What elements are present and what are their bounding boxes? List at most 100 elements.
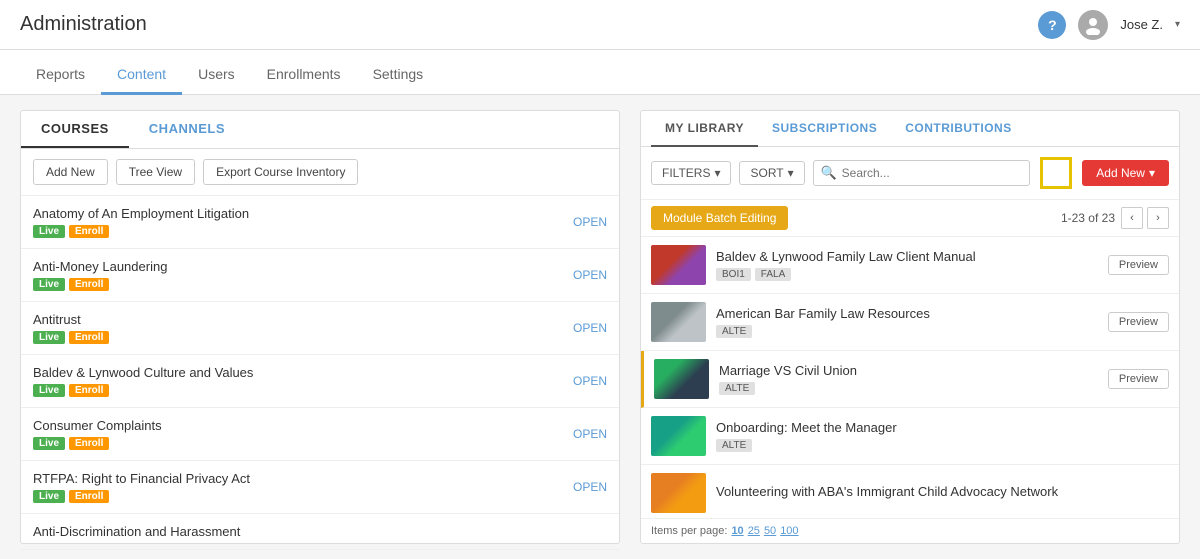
library-item: Baldev & Lynwood Family Law Client Manua… bbox=[641, 237, 1179, 294]
left-panel: COURSES CHANNELS Add New Tree View Expor… bbox=[20, 110, 620, 544]
ipp-100[interactable]: 100 bbox=[780, 525, 798, 537]
tab-content[interactable]: Content bbox=[101, 56, 182, 95]
tree-view-button[interactable]: Tree View bbox=[116, 159, 195, 185]
course-item: Anti-Money LaunderingLiveEnrollOPEN bbox=[21, 249, 619, 302]
next-page-button[interactable]: › bbox=[1147, 207, 1169, 229]
badge-live: Live bbox=[33, 331, 65, 344]
tab-contributions[interactable]: CONTRIBUTIONS bbox=[891, 111, 1026, 147]
ipp-50[interactable]: 50 bbox=[764, 525, 776, 537]
sort-chevron-icon: ▾ bbox=[788, 166, 794, 180]
export-course-inventory-button[interactable]: Export Course Inventory bbox=[203, 159, 358, 185]
preview-button[interactable]: Preview bbox=[1108, 312, 1169, 332]
lib-tag: ALTE bbox=[716, 439, 752, 452]
search-input[interactable] bbox=[813, 160, 1031, 186]
badge-live: Live bbox=[33, 490, 65, 503]
tab-my-library[interactable]: MY LIBRARY bbox=[651, 111, 758, 147]
course-item: RTFPA: Right to Financial Privacy Act Liv… bbox=[21, 461, 619, 514]
ipp-10[interactable]: 10 bbox=[731, 525, 743, 537]
library-item: Marriage VS Civil Union ALTE Preview bbox=[641, 351, 1179, 408]
badge-enroll: Enroll bbox=[69, 490, 109, 503]
main-content: COURSES CHANNELS Add New Tree View Expor… bbox=[0, 95, 1200, 559]
course-title[interactable]: Anti-Discrimination and Harassment bbox=[33, 524, 240, 539]
help-icon[interactable]: ? bbox=[1038, 11, 1066, 39]
filters-label: FILTERS bbox=[662, 166, 710, 180]
top-header: Administration ? Jose Z. ▾ bbox=[0, 0, 1200, 50]
course-title[interactable]: RTFPA: Right to Financial Privacy Act bbox=[33, 471, 250, 486]
right-toolbar: FILTERS ▾ SORT ▾ 🔍 Add New ▾ bbox=[641, 147, 1179, 200]
lib-thumbnail bbox=[654, 359, 709, 399]
lib-title[interactable]: Baldev & Lynwood Family Law Client Manua… bbox=[716, 249, 1098, 264]
tab-enrollments[interactable]: Enrollments bbox=[251, 56, 357, 95]
course-title[interactable]: Anti-Money Laundering bbox=[33, 259, 167, 274]
course-title[interactable]: Anatomy of An Employment Litigation bbox=[33, 206, 249, 221]
filters-button[interactable]: FILTERS ▾ bbox=[651, 161, 731, 185]
lib-tag: ALTE bbox=[719, 382, 755, 395]
add-new-button[interactable]: Add New ▾ bbox=[1082, 160, 1169, 186]
course-title[interactable]: Consumer Complaints bbox=[33, 418, 162, 433]
right-panel: MY LIBRARY SUBSCRIPTIONS CONTRIBUTIONS F… bbox=[640, 110, 1180, 544]
header-right: ? Jose Z. ▾ bbox=[1038, 10, 1180, 40]
user-name: Jose Z. bbox=[1120, 17, 1163, 32]
pagination-arrows: ‹ › bbox=[1121, 207, 1169, 229]
tab-channels[interactable]: CHANNELS bbox=[129, 111, 245, 148]
course-title[interactable]: Antitrust bbox=[33, 312, 109, 327]
badge-enroll: Enroll bbox=[69, 437, 109, 450]
course-item: Baldev & Lynwood Culture and ValuesLiveE… bbox=[21, 355, 619, 408]
search-icon: 🔍 bbox=[821, 165, 837, 181]
lib-thumbnail bbox=[651, 416, 706, 456]
module-batch-editing-button[interactable]: Module Batch Editing bbox=[651, 206, 788, 230]
open-link[interactable]: OPEN bbox=[573, 268, 607, 282]
left-toolbar: Add New Tree View Export Course Inventor… bbox=[21, 149, 619, 196]
library-item: American Bar Family Law Resources ALTE Pre… bbox=[641, 294, 1179, 351]
preview-button[interactable]: Preview bbox=[1108, 255, 1169, 275]
add-new-course-button[interactable]: Add New bbox=[33, 159, 108, 185]
open-link[interactable]: OPEN bbox=[573, 480, 607, 494]
filters-chevron-icon: ▾ bbox=[714, 166, 720, 180]
tab-reports[interactable]: Reports bbox=[20, 56, 101, 95]
course-item: Antitrust Live Enroll OPEN bbox=[21, 302, 619, 355]
sort-button[interactable]: SORT ▾ bbox=[739, 161, 804, 185]
page-title: Administration bbox=[20, 13, 147, 36]
tab-subscriptions[interactable]: SUBSCRIPTIONS bbox=[758, 111, 891, 147]
tab-settings[interactable]: Settings bbox=[357, 56, 440, 95]
lib-tag: ALTE bbox=[716, 325, 752, 338]
course-list: Anatomy of An Employment Litigation Live E… bbox=[21, 196, 619, 550]
badge-live: Live bbox=[33, 278, 65, 291]
right-action-bar: Module Batch Editing 1-23 of 23 ‹ › bbox=[641, 200, 1179, 237]
pagination-info: 1-23 of 23 bbox=[1061, 211, 1115, 225]
lib-title[interactable]: Marriage VS Civil Union bbox=[719, 363, 1098, 378]
ipp-25[interactable]: 25 bbox=[748, 525, 760, 537]
add-new-label: Add New bbox=[1096, 166, 1145, 180]
lib-title[interactable]: American Bar Family Law Resources bbox=[716, 306, 1098, 321]
add-new-chevron-icon: ▾ bbox=[1149, 166, 1155, 180]
lib-tag: FALA bbox=[755, 268, 791, 281]
items-per-page-label: Items per page: bbox=[651, 525, 727, 537]
open-link[interactable]: OPEN bbox=[573, 374, 607, 388]
course-title[interactable]: Baldev & Lynwood Culture and Values bbox=[33, 365, 253, 380]
avatar bbox=[1078, 10, 1108, 40]
badge-enroll: Enroll bbox=[69, 331, 109, 344]
badge-live: Live bbox=[33, 437, 65, 450]
open-link[interactable]: OPEN bbox=[573, 321, 607, 335]
open-link[interactable]: OPEN bbox=[573, 427, 607, 441]
course-item: Anti-Discrimination and Harassment bbox=[21, 514, 619, 550]
badge-enroll: Enroll bbox=[69, 225, 109, 238]
library-item: Volunteering with ABA's Immigrant Child … bbox=[641, 465, 1179, 518]
lib-thumbnail bbox=[651, 302, 706, 342]
prev-page-button[interactable]: ‹ bbox=[1121, 207, 1143, 229]
badge-live: Live bbox=[33, 225, 65, 238]
lib-title[interactable]: Volunteering with ABA's Immigrant Child … bbox=[716, 484, 1169, 499]
left-tabs: COURSES CHANNELS bbox=[21, 111, 619, 149]
nav-bar: Reports Content Users Enrollments Settin… bbox=[0, 50, 1200, 95]
open-link[interactable]: OPEN bbox=[573, 215, 607, 229]
preview-button[interactable]: Preview bbox=[1108, 369, 1169, 389]
course-item: Anatomy of An Employment Litigation Live E… bbox=[21, 196, 619, 249]
tab-users[interactable]: Users bbox=[182, 56, 251, 95]
tab-courses[interactable]: COURSES bbox=[21, 111, 129, 148]
items-per-page-bar: Items per page: 10 25 50 100 bbox=[641, 518, 1179, 543]
badge-enroll: Enroll bbox=[69, 384, 109, 397]
course-item: Consumer Complaints Live Enroll OPEN bbox=[21, 408, 619, 461]
lib-title[interactable]: Onboarding: Meet the Manager bbox=[716, 420, 1169, 435]
lib-thumbnail bbox=[651, 473, 706, 513]
chevron-down-icon[interactable]: ▾ bbox=[1175, 19, 1180, 30]
